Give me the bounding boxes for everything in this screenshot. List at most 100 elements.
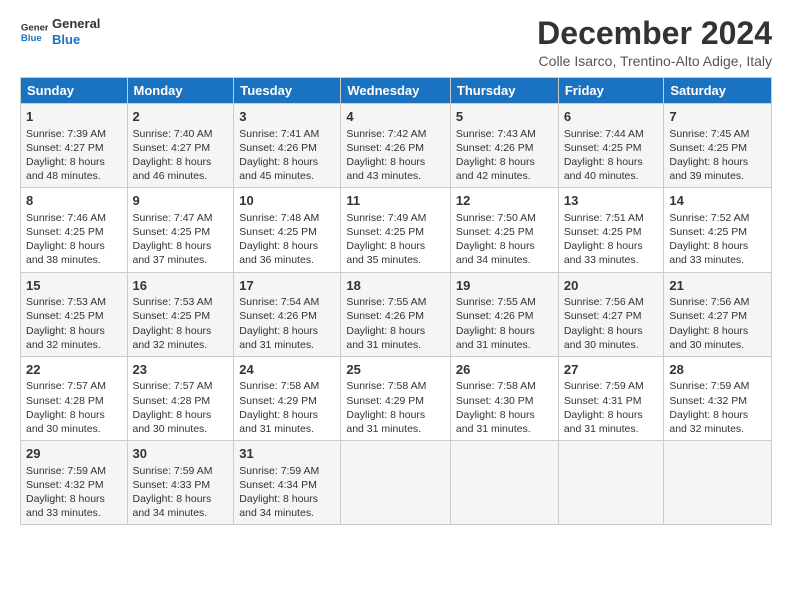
sunset-label: Sunset: 4:31 PM: [564, 395, 642, 407]
calendar-cell: 5Sunrise: 7:43 AMSunset: 4:26 PMDaylight…: [450, 104, 558, 188]
calendar-cell: 19Sunrise: 7:55 AMSunset: 4:26 PMDayligh…: [450, 272, 558, 356]
sunrise-label: Sunrise: 7:55 AM: [456, 296, 536, 308]
title-area: December 2024 Colle Isarco, Trentino-Alt…: [537, 16, 772, 69]
svg-text:Blue: Blue: [21, 32, 42, 43]
daylight-label: Daylight: 8 hours and 31 minutes.: [456, 409, 535, 435]
daylight-label: Daylight: 8 hours and 35 minutes.: [346, 240, 425, 266]
daylight-label: Daylight: 8 hours and 38 minutes.: [26, 240, 105, 266]
sunset-label: Sunset: 4:34 PM: [239, 479, 317, 491]
header-cell-wednesday: Wednesday: [341, 78, 451, 104]
sunrise-label: Sunrise: 7:39 AM: [26, 128, 106, 140]
calendar-cell: [450, 441, 558, 525]
daylight-label: Daylight: 8 hours and 39 minutes.: [669, 156, 748, 182]
daylight-label: Daylight: 8 hours and 30 minutes.: [564, 325, 643, 351]
sunrise-label: Sunrise: 7:58 AM: [239, 380, 319, 392]
daylight-label: Daylight: 8 hours and 42 minutes.: [456, 156, 535, 182]
daylight-label: Daylight: 8 hours and 31 minutes.: [564, 409, 643, 435]
header-cell-friday: Friday: [558, 78, 664, 104]
calendar-cell: 2Sunrise: 7:40 AMSunset: 4:27 PMDaylight…: [127, 104, 234, 188]
daylight-label: Daylight: 8 hours and 36 minutes.: [239, 240, 318, 266]
calendar-cell: 13Sunrise: 7:51 AMSunset: 4:25 PMDayligh…: [558, 188, 664, 272]
calendar-cell: 22Sunrise: 7:57 AMSunset: 4:28 PMDayligh…: [21, 356, 128, 440]
header-cell-sunday: Sunday: [21, 78, 128, 104]
sunset-label: Sunset: 4:26 PM: [239, 142, 317, 154]
day-number: 30: [133, 445, 229, 463]
day-number: 28: [669, 361, 766, 379]
calendar-week-row: 29 Sunrise: 7:59 AM Sunset: 4:32 PM Dayligh…: [21, 441, 772, 525]
sunrise-label: Sunrise: 7:51 AM: [564, 212, 644, 224]
sunset-label: Sunset: 4:25 PM: [669, 142, 747, 154]
day-number: 31: [239, 445, 335, 463]
daylight-label: Daylight: 8 hours and 33 minutes.: [26, 493, 105, 519]
calendar-cell: 18Sunrise: 7:55 AMSunset: 4:26 PMDayligh…: [341, 272, 451, 356]
sunrise-label: Sunrise: 7:59 AM: [133, 465, 213, 477]
sunset-label: Sunset: 4:26 PM: [456, 310, 534, 322]
sunrise-label: Sunrise: 7:50 AM: [456, 212, 536, 224]
calendar-cell: 23Sunrise: 7:57 AMSunset: 4:28 PMDayligh…: [127, 356, 234, 440]
calendar-cell: 11Sunrise: 7:49 AMSunset: 4:25 PMDayligh…: [341, 188, 451, 272]
daylight-label: Daylight: 8 hours and 48 minutes.: [26, 156, 105, 182]
daylight-label: Daylight: 8 hours and 30 minutes.: [26, 409, 105, 435]
sunrise-label: Sunrise: 7:54 AM: [239, 296, 319, 308]
sunrise-label: Sunrise: 7:58 AM: [456, 380, 536, 392]
daylight-label: Daylight: 8 hours and 32 minutes.: [26, 325, 105, 351]
header-cell-monday: Monday: [127, 78, 234, 104]
day-number: 1: [26, 108, 122, 126]
calendar-table: SundayMondayTuesdayWednesdayThursdayFrid…: [20, 77, 772, 525]
sunset-label: Sunset: 4:25 PM: [133, 226, 211, 238]
logo-text-general: General: [52, 16, 100, 32]
sunset-label: Sunset: 4:25 PM: [26, 310, 104, 322]
calendar-cell: 25Sunrise: 7:58 AMSunset: 4:29 PMDayligh…: [341, 356, 451, 440]
sunset-label: Sunset: 4:25 PM: [346, 226, 424, 238]
daylight-label: Daylight: 8 hours and 43 minutes.: [346, 156, 425, 182]
calendar-cell: [664, 441, 772, 525]
sunset-label: Sunset: 4:32 PM: [26, 479, 104, 491]
sunrise-label: Sunrise: 7:57 AM: [133, 380, 213, 392]
day-number: 26: [456, 361, 553, 379]
sunset-label: Sunset: 4:27 PM: [26, 142, 104, 154]
logo: General Blue General Blue: [20, 16, 100, 47]
calendar-cell: 16Sunrise: 7:53 AMSunset: 4:25 PMDayligh…: [127, 272, 234, 356]
calendar-cell: 21Sunrise: 7:56 AMSunset: 4:27 PMDayligh…: [664, 272, 772, 356]
sunset-label: Sunset: 4:25 PM: [26, 226, 104, 238]
calendar-cell: 9Sunrise: 7:47 AMSunset: 4:25 PMDaylight…: [127, 188, 234, 272]
day-number: 7: [669, 108, 766, 126]
day-number: 11: [346, 192, 445, 210]
sunset-label: Sunset: 4:26 PM: [456, 142, 534, 154]
sunrise-label: Sunrise: 7:53 AM: [133, 296, 213, 308]
sunrise-label: Sunrise: 7:41 AM: [239, 128, 319, 140]
main-title: December 2024: [537, 16, 772, 51]
sunrise-label: Sunrise: 7:56 AM: [564, 296, 644, 308]
calendar-cell: 1 Sunrise: 7:39 AM Sunset: 4:27 PM Daylight…: [21, 104, 128, 188]
day-number: 21: [669, 277, 766, 295]
sunrise-label: Sunrise: 7:59 AM: [239, 465, 319, 477]
sunset-label: Sunset: 4:30 PM: [456, 395, 534, 407]
sunset-label: Sunset: 4:32 PM: [669, 395, 747, 407]
calendar-week-row: 8Sunrise: 7:46 AMSunset: 4:25 PMDaylight…: [21, 188, 772, 272]
day-number: 9: [133, 192, 229, 210]
daylight-label: Daylight: 8 hours and 31 minutes.: [346, 409, 425, 435]
daylight-label: Daylight: 8 hours and 34 minutes.: [239, 493, 318, 519]
sunrise-label: Sunrise: 7:58 AM: [346, 380, 426, 392]
daylight-label: Daylight: 8 hours and 31 minutes.: [239, 409, 318, 435]
calendar-cell: 3Sunrise: 7:41 AMSunset: 4:26 PMDaylight…: [234, 104, 341, 188]
day-number: 23: [133, 361, 229, 379]
logo-text-blue: Blue: [52, 32, 100, 48]
day-number: 14: [669, 192, 766, 210]
day-number: 3: [239, 108, 335, 126]
calendar-cell: 24Sunrise: 7:58 AMSunset: 4:29 PMDayligh…: [234, 356, 341, 440]
calendar-cell: 14Sunrise: 7:52 AMSunset: 4:25 PMDayligh…: [664, 188, 772, 272]
sunset-label: Sunset: 4:26 PM: [239, 310, 317, 322]
sunset-label: Sunset: 4:27 PM: [564, 310, 642, 322]
day-number: 29: [26, 445, 122, 463]
calendar-cell: 7Sunrise: 7:45 AMSunset: 4:25 PMDaylight…: [664, 104, 772, 188]
sunrise-label: Sunrise: 7:52 AM: [669, 212, 749, 224]
daylight-label: Daylight: 8 hours and 40 minutes.: [564, 156, 643, 182]
sunset-label: Sunset: 4:25 PM: [133, 310, 211, 322]
calendar-cell: 30Sunrise: 7:59 AMSunset: 4:33 PMDayligh…: [127, 441, 234, 525]
sunrise-label: Sunrise: 7:44 AM: [564, 128, 644, 140]
subtitle: Colle Isarco, Trentino-Alto Adige, Italy: [537, 53, 772, 69]
sunset-label: Sunset: 4:25 PM: [564, 142, 642, 154]
sunrise-label: Sunrise: 7:48 AM: [239, 212, 319, 224]
daylight-label: Daylight: 8 hours and 34 minutes.: [456, 240, 535, 266]
